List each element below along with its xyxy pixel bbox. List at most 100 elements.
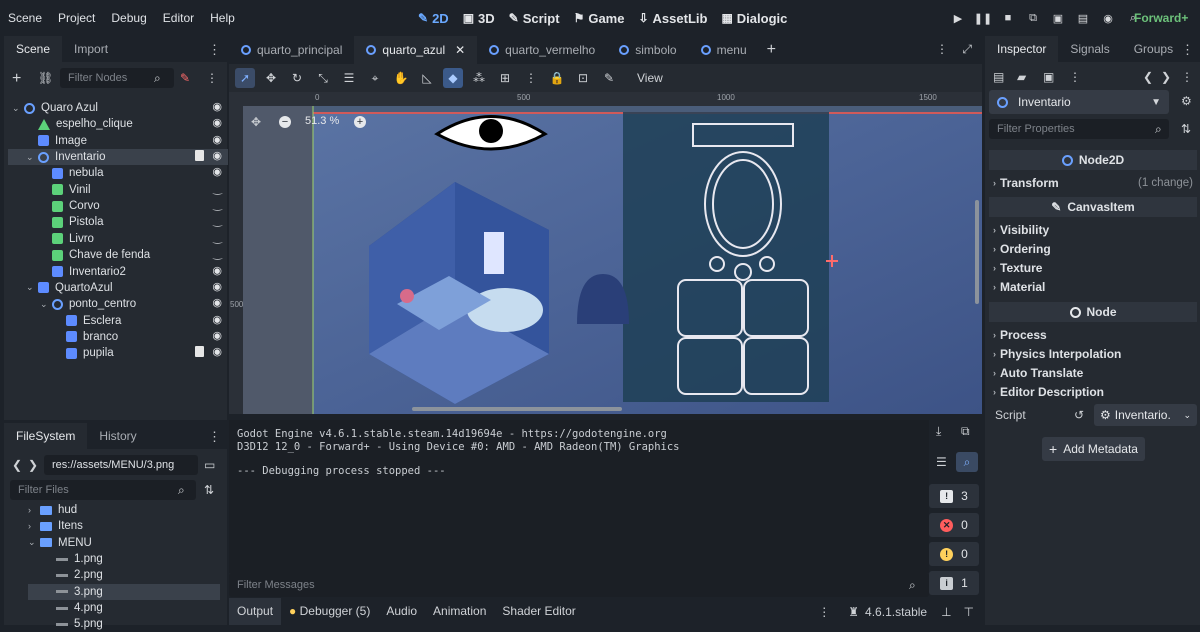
inspector-menu-icon[interactable]: ⋮: [1181, 42, 1194, 58]
tree-node[interactable]: Corvo ‿: [8, 198, 228, 214]
save-resource-icon[interactable]: ▣: [1043, 70, 1054, 84]
script-picker[interactable]: ⚙ Inventario. ⌄: [1094, 404, 1197, 426]
tab-inspector[interactable]: Inspector: [985, 36, 1059, 62]
node-selector[interactable]: Inventario ▼: [989, 90, 1169, 114]
copy-output-icon[interactable]: ⧉: [961, 424, 970, 439]
property-visibility[interactable]: › Visibility: [993, 221, 1193, 239]
eye-icon[interactable]: ◉: [212, 345, 222, 358]
group-icon[interactable]: ⊡: [573, 68, 593, 88]
tab-debugger[interactable]: ● Debugger (5): [281, 598, 378, 625]
zoom-in-button[interactable]: +: [354, 116, 366, 128]
property-options-icon[interactable]: ⇅: [1181, 122, 1191, 136]
grid-snap-icon[interactable]: ⁂: [469, 68, 489, 88]
stop-icon[interactable]: ■: [1000, 10, 1016, 26]
link-icon[interactable]: ⛓: [38, 71, 53, 85]
property-physics-interpolation[interactable]: › Physics Interpolation: [993, 345, 1193, 363]
tree-node[interactable]: pupila ◉: [8, 345, 228, 361]
add-scene-icon[interactable]: +: [767, 41, 776, 59]
expand-arrow-icon[interactable]: ⌄: [26, 152, 36, 163]
add-node-icon[interactable]: +: [12, 70, 21, 88]
tree-node[interactable]: ⌄ ponto_centro ◉: [8, 296, 228, 312]
scene-tab[interactable]: quarto_azul ✕: [354, 36, 478, 64]
menu-debug[interactable]: Debug: [103, 0, 154, 36]
open-resource-icon[interactable]: ▰: [1017, 70, 1026, 84]
play-custom-scene-icon[interactable]: ▤: [1075, 10, 1091, 26]
renderer-selector[interactable]: Forward+: [1134, 0, 1188, 36]
menu-project[interactable]: Project: [50, 0, 103, 36]
history-forward-icon[interactable]: ❯: [1161, 70, 1171, 84]
eye-icon[interactable]: ◉: [212, 165, 222, 178]
tree-node[interactable]: Vinil ‿: [8, 182, 228, 198]
script-attached-icon[interactable]: [195, 346, 204, 358]
eye-closed-icon[interactable]: ‿: [213, 247, 222, 260]
pause-icon[interactable]: ❚❚: [974, 10, 992, 26]
tree-node[interactable]: ⌄ Inventario ◉: [8, 149, 228, 166]
remote-debug-icon[interactable]: ⧉: [1025, 10, 1041, 26]
tab-import[interactable]: Import: [62, 36, 120, 62]
new-resource-icon[interactable]: ▤: [993, 70, 1004, 84]
expand-arrow-icon[interactable]: ⌄: [12, 103, 22, 114]
tab-history[interactable]: History: [87, 423, 148, 449]
property-material[interactable]: › Material: [993, 278, 1193, 296]
scene-tab[interactable]: quarto_vermelho: [477, 36, 607, 64]
expand-arrow-icon[interactable]: ›: [28, 505, 38, 515]
revert-icon[interactable]: ↺: [1074, 408, 1084, 422]
play-icon[interactable]: ▶: [950, 10, 966, 26]
file-item[interactable]: 4.png: [28, 600, 220, 616]
property-auto-translate[interactable]: › Auto Translate: [993, 364, 1193, 382]
tree-node[interactable]: Image ◉: [8, 133, 228, 149]
scene-tab[interactable]: quarto_principal: [229, 36, 354, 64]
scale-tool-icon[interactable]: ⤡: [313, 68, 333, 88]
tree-node[interactable]: Livro ‿: [8, 231, 228, 247]
eye-icon[interactable]: ◉: [212, 313, 222, 326]
tree-node[interactable]: ⌄ Quaro Azul ◉: [8, 100, 228, 116]
file-item[interactable]: › hud: [28, 502, 220, 518]
scene-tab[interactable]: menu: [689, 36, 759, 64]
scene-tab[interactable]: simbolo: [607, 36, 688, 64]
file-item[interactable]: 1.png: [28, 551, 220, 567]
tree-node[interactable]: Inventario2 ◉: [8, 264, 228, 280]
tab-scene[interactable]: Scene: [4, 36, 63, 62]
tree-node[interactable]: ⌄ QuartoAzul ◉: [8, 280, 228, 296]
close-icon[interactable]: ✕: [455, 43, 465, 57]
tree-node[interactable]: nebula ◉: [8, 165, 228, 181]
center-view-icon[interactable]: ✥: [251, 115, 261, 129]
layout-toggle-icon[interactable]: ▭: [204, 458, 215, 472]
file-item[interactable]: ⌄ MENU: [28, 535, 220, 551]
clear-output-icon[interactable]: ⤓: [936, 424, 941, 439]
pin-icon[interactable]: ⊥: [941, 605, 951, 619]
menu-help[interactable]: Help: [202, 0, 243, 36]
menu-editor[interactable]: Editor: [155, 0, 202, 36]
object-menu-icon[interactable]: ⋮: [1181, 70, 1193, 84]
ruler-tool-icon[interactable]: ◺: [417, 68, 437, 88]
eye-icon[interactable]: ◉: [212, 280, 222, 293]
warnings-filter[interactable]: ! 0: [929, 542, 979, 566]
scene-tabs-menu-icon[interactable]: ⋮: [936, 42, 948, 56]
resource-menu-icon[interactable]: ⋮: [1069, 70, 1081, 84]
distraction-free-icon[interactable]: ⤢: [962, 42, 972, 57]
file-item[interactable]: 5.png: [28, 616, 220, 632]
tree-node[interactable]: Pistola ‿: [8, 214, 228, 230]
rotate-tool-icon[interactable]: ↻: [287, 68, 307, 88]
bone-icon[interactable]: ✎: [599, 68, 619, 88]
move-tool-icon[interactable]: ✥: [261, 68, 281, 88]
tab-filesystem[interactable]: FileSystem: [4, 423, 88, 449]
zoom-level[interactable]: 51.3 %: [305, 115, 339, 127]
property-editor-description[interactable]: › Editor Description: [993, 383, 1193, 401]
expand-arrow-icon[interactable]: ⌄: [28, 537, 38, 548]
pan-tool-icon[interactable]: ✋: [391, 68, 411, 88]
expand-arrow-icon[interactable]: ⌄: [40, 299, 50, 310]
workspace-3d[interactable]: ▣ 3D: [457, 11, 501, 26]
scene-script-icon[interactable]: ✎: [180, 71, 190, 85]
messages-filter[interactable]: ! 3: [929, 484, 979, 508]
workspace-script[interactable]: ✎ Script: [503, 11, 566, 26]
path-field[interactable]: res://assets/MENU/3.png: [44, 455, 198, 475]
tree-node[interactable]: branco ◉: [8, 329, 228, 345]
sort-icon[interactable]: ⇅: [204, 483, 214, 497]
filesystem-menu-icon[interactable]: ⋮: [208, 429, 221, 445]
workspace-2d[interactable]: ✎ 2D: [412, 11, 455, 26]
eye-icon[interactable]: ◉: [212, 329, 222, 342]
eye-icon[interactable]: ◉: [212, 264, 222, 277]
tab-audio[interactable]: Audio: [378, 598, 425, 625]
select-tool-icon[interactable]: ➚: [235, 68, 255, 88]
